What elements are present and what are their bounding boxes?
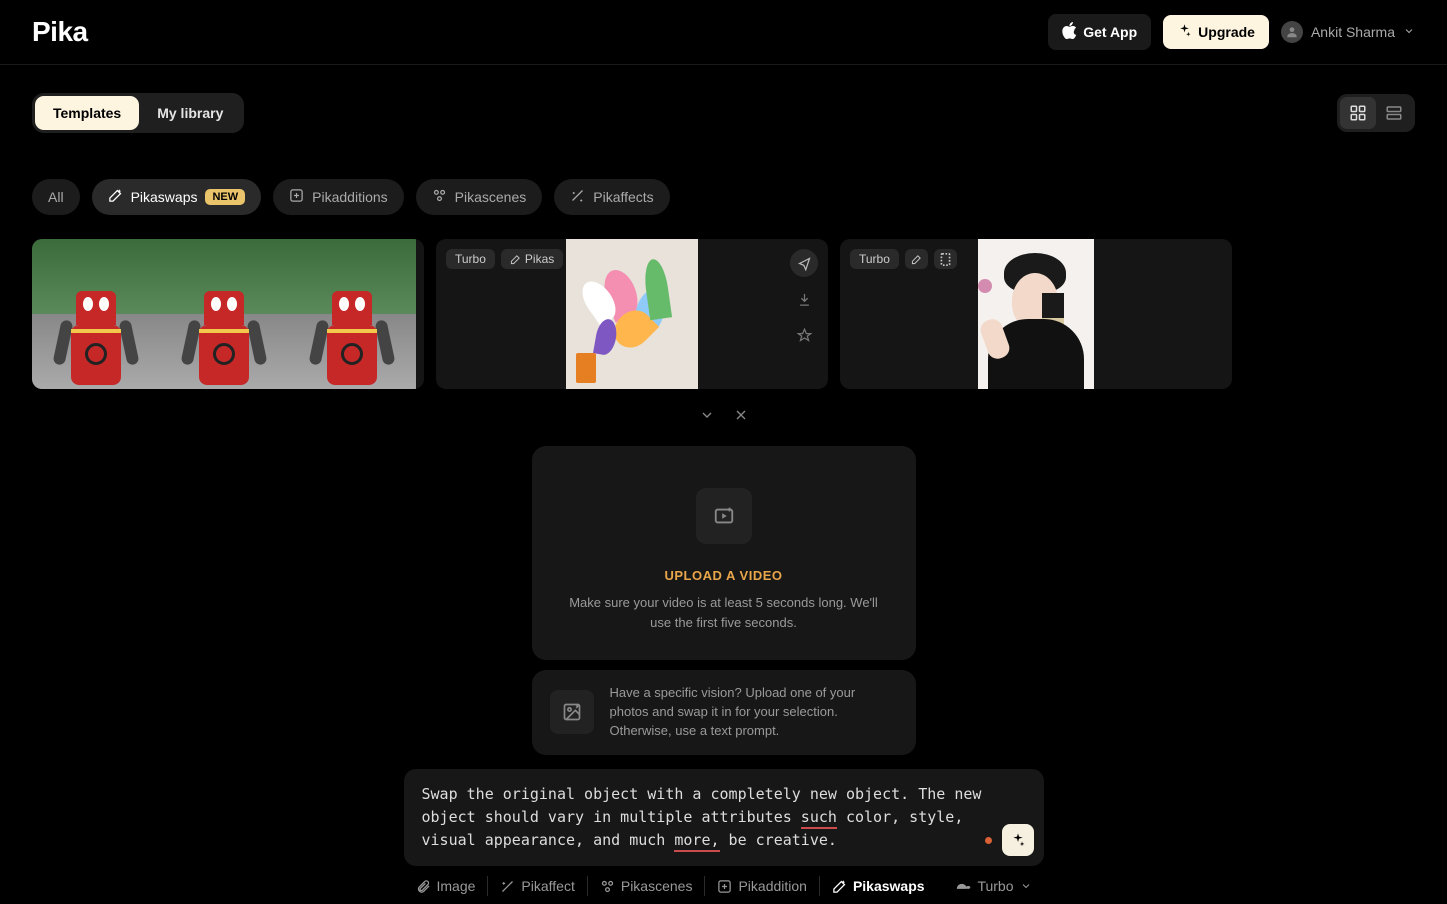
- view-list-button[interactable]: [1376, 97, 1412, 129]
- tool-image[interactable]: Image: [404, 876, 489, 896]
- share-icon: [797, 256, 812, 271]
- filter-pikaswaps-label: Pikaswaps: [131, 189, 198, 205]
- upgrade-button[interactable]: Upgrade: [1163, 15, 1269, 49]
- filter-pikascenes-label: Pikascenes: [455, 189, 527, 205]
- library-tabs: Templates My library: [32, 93, 244, 133]
- avatar: [1281, 21, 1303, 43]
- effects-icon: [570, 188, 585, 206]
- gallery-card[interactable]: Turbo: [840, 239, 1232, 389]
- chevron-down-icon: [1403, 24, 1415, 40]
- upload-video-button[interactable]: [696, 488, 752, 544]
- upload-panel: UPLOAD A VIDEO Make sure your video is a…: [532, 446, 916, 660]
- type-tag: [905, 249, 928, 269]
- filter-all[interactable]: All: [32, 179, 80, 215]
- prompt-input[interactable]: Swap the original object with a complete…: [404, 769, 1044, 867]
- download-button[interactable]: [790, 285, 818, 313]
- get-app-button[interactable]: Get App: [1048, 14, 1151, 50]
- hint-panel: Have a specific vision? Upload one of yo…: [532, 670, 916, 755]
- tool-pikaddition[interactable]: Pikaddition: [705, 876, 820, 896]
- tab-my-library[interactable]: My library: [139, 96, 241, 130]
- plus-frame-icon: [717, 879, 732, 894]
- tool-label: Pikaswaps: [853, 878, 925, 894]
- get-app-label: Get App: [1083, 24, 1137, 40]
- image-swap-icon: [562, 702, 582, 722]
- view-grid-button[interactable]: [1340, 97, 1376, 129]
- download-icon: [797, 292, 812, 307]
- user-name: Ankit Sharma: [1311, 24, 1395, 40]
- mode-tag: Turbo: [850, 249, 899, 269]
- scenes-icon: [432, 188, 447, 206]
- apple-icon: [1062, 22, 1077, 42]
- tool-label: Pikascenes: [621, 878, 693, 894]
- tool-label: Image: [437, 878, 476, 894]
- aspect-tag: [934, 249, 957, 269]
- wand-icon: [832, 879, 847, 894]
- hint-text: Have a specific vision? Upload one of yo…: [610, 684, 898, 741]
- aspect-icon: [940, 253, 951, 266]
- star-icon: [797, 328, 812, 343]
- list-icon: [1385, 104, 1403, 122]
- gallery-card[interactable]: [32, 239, 424, 389]
- sparkle-icon: [1010, 832, 1026, 848]
- wand-icon: [108, 188, 123, 206]
- filter-pikaffects[interactable]: Pikaffects: [554, 179, 669, 215]
- upload-desc: Make sure your video is at least 5 secon…: [560, 593, 888, 632]
- upgrade-label: Upgrade: [1198, 24, 1255, 40]
- collapse-button[interactable]: [696, 407, 718, 428]
- mode-tag: Turbo: [446, 249, 495, 269]
- scenes-icon: [600, 879, 615, 894]
- plus-frame-icon: [289, 188, 304, 206]
- filter-pikadditions[interactable]: Pikadditions: [273, 179, 404, 215]
- upload-video-icon: [713, 505, 735, 527]
- view-switch: [1337, 94, 1415, 132]
- new-badge: NEW: [205, 189, 245, 205]
- close-icon: [733, 407, 749, 423]
- sparkle-icon: [1177, 23, 1192, 41]
- wand-icon: [510, 254, 521, 265]
- chevron-down-icon: [699, 407, 715, 423]
- gallery-card[interactable]: Turbo Pikas: [436, 239, 828, 389]
- filter-pikadditions-label: Pikadditions: [312, 189, 388, 205]
- logo[interactable]: Pika: [32, 16, 88, 48]
- indicator-dot: [985, 837, 992, 844]
- close-button[interactable]: [730, 407, 752, 428]
- generate-button[interactable]: [1002, 824, 1034, 856]
- effects-icon: [500, 879, 515, 894]
- paperclip-icon: [416, 879, 431, 894]
- favorite-button[interactable]: [790, 321, 818, 349]
- upload-image-button[interactable]: [550, 690, 594, 734]
- filter-chips: All Pikaswaps NEW Pikadditions Pikascene…: [32, 179, 1415, 215]
- upload-title: UPLOAD A VIDEO: [560, 568, 888, 583]
- tool-label: Turbo: [977, 878, 1013, 894]
- prompt-text: such: [801, 808, 837, 829]
- tool-turbo[interactable]: Turbo: [942, 876, 1043, 896]
- filter-pikaswaps[interactable]: Pikaswaps NEW: [92, 179, 262, 215]
- turbo-icon: [954, 879, 971, 893]
- gallery: Turbo Pikas: [32, 239, 1415, 389]
- app-header: Pika Get App Upgrade Ankit Sharma: [0, 0, 1447, 65]
- tool-label: Pikaffect: [521, 878, 574, 894]
- filter-pikascenes[interactable]: Pikascenes: [416, 179, 543, 215]
- prompt-toolbar: Image Pikaffect Pikascenes Pikaddition P…: [404, 876, 1044, 896]
- chevron-down-icon: [1020, 880, 1032, 892]
- prompt-text: more,: [674, 831, 719, 852]
- grid-icon: [1349, 104, 1367, 122]
- tab-templates[interactable]: Templates: [35, 96, 139, 130]
- type-tag: Pikas: [501, 249, 563, 269]
- wand-icon: [911, 254, 922, 265]
- user-menu[interactable]: Ankit Sharma: [1281, 21, 1415, 43]
- tool-pikascenes[interactable]: Pikascenes: [588, 876, 706, 896]
- tool-label: Pikaddition: [738, 878, 807, 894]
- tool-pikaswaps[interactable]: Pikaswaps: [820, 876, 937, 896]
- filter-pikaffects-label: Pikaffects: [593, 189, 653, 205]
- prompt-text: be creative.: [720, 831, 837, 849]
- share-button[interactable]: [790, 249, 818, 277]
- tool-pikaffect[interactable]: Pikaffect: [488, 876, 587, 896]
